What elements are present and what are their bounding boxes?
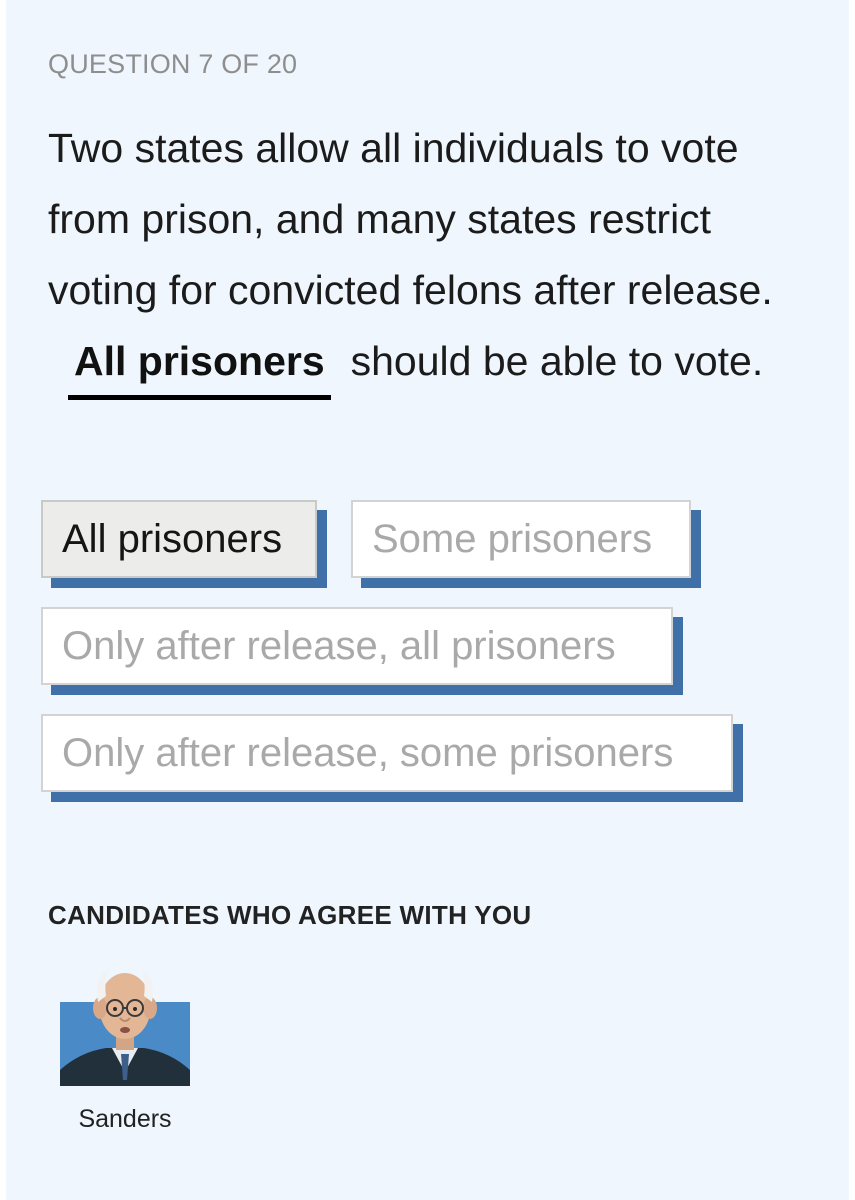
- question-text-before: Two states allow all individuals to vote…: [48, 125, 773, 313]
- option-some-prisoners-button[interactable]: Some prisoners: [351, 500, 691, 578]
- question-progress: QUESTION 7 OF 20: [48, 49, 298, 79]
- candidate-card[interactable]: Sanders: [60, 962, 190, 1133]
- option-after-release-some-button[interactable]: Only after release, some prisoners: [41, 714, 733, 792]
- answer-blank: All prisoners: [68, 331, 331, 400]
- question-text-after: should be able to vote.: [350, 338, 764, 384]
- candidate-name: Sanders: [78, 1105, 172, 1133]
- candidates-heading: CANDIDATES WHO AGREE WITH YOU: [48, 900, 532, 930]
- candidate-portrait-icon: [60, 970, 190, 1086]
- question-text: Two states allow all individuals to vote…: [48, 113, 828, 400]
- quiz-panel: QUESTION 7 OF 20 Two states allow all in…: [6, 0, 849, 1200]
- option-all-prisoners-button[interactable]: All prisoners: [41, 500, 317, 578]
- option-after-release-all-button[interactable]: Only after release, all prisoners: [41, 607, 673, 685]
